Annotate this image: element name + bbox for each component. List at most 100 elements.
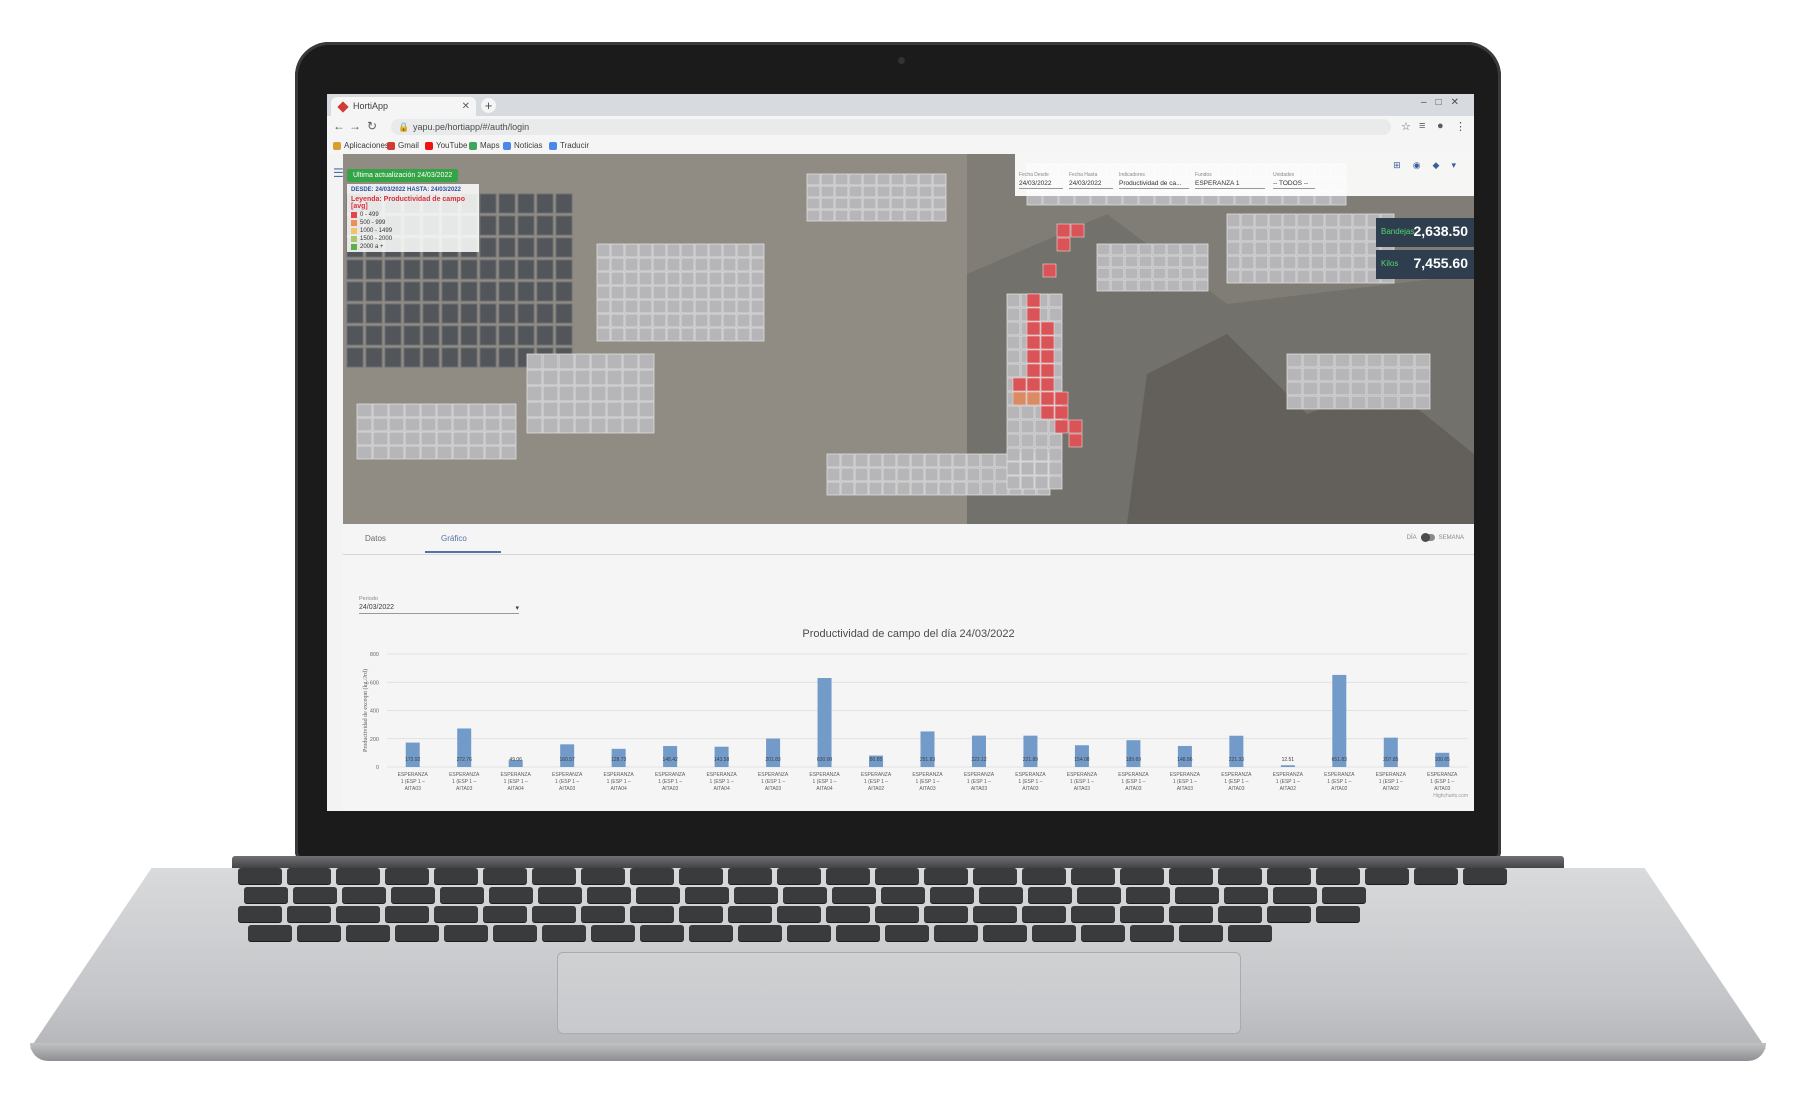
chart-bar[interactable] (1280, 765, 1295, 767)
legend-swatch (351, 212, 357, 218)
legend-item: 1500 - 2000 (351, 236, 475, 242)
keyboard-key (1414, 868, 1458, 884)
x-tick-label: ESPERANZA (912, 772, 943, 778)
x-tick-label: 1 (ESP 1 – (1430, 779, 1454, 785)
x-tick-label: ESPERANZA (1273, 772, 1304, 778)
chart-bar[interactable] (560, 744, 575, 767)
bookmark-label: Noticias (514, 141, 543, 150)
chart-bar[interactable] (405, 742, 420, 767)
keyboard-key (885, 925, 929, 941)
tab-grafico[interactable]: Gráfico (441, 534, 467, 543)
filter-tool-icons[interactable]: ⊞◉◆▾ (1393, 160, 1468, 171)
kpi-value: 7,455.60 (1413, 255, 1469, 271)
toggle-label-day: DÍA (1406, 534, 1417, 541)
filter-value[interactable]: -- TODOS -- (1273, 180, 1315, 189)
kpi-value: 2,638.50 (1413, 223, 1469, 239)
keyboard-key (489, 887, 533, 903)
legend-item: 2000 a + (351, 244, 475, 250)
keyboard-key (1130, 925, 1174, 941)
keyboard-key (587, 887, 631, 903)
filter-field[interactable]: Indicadores Productividad de ca... (1119, 172, 1189, 189)
forward-icon[interactable]: → (349, 119, 361, 133)
keyboard-key (542, 925, 586, 941)
new-tab-button[interactable]: + (481, 98, 496, 113)
data-label: 221.89 (1023, 757, 1039, 763)
x-tick-label: AITA02 (1331, 786, 1348, 792)
keyboard-key (336, 868, 380, 884)
period-value[interactable]: 24/03/2022 ▾ (359, 604, 519, 614)
url-field[interactable]: 🔒 yapu.pe/hortiapp/#/auth/login (391, 119, 1391, 135)
keyboard-key (1169, 906, 1213, 922)
keyboard-key (679, 868, 723, 884)
keyboard-key (1175, 887, 1219, 903)
filter-value[interactable]: 24/03/2022 (1019, 180, 1063, 189)
keyboard-key (1218, 868, 1262, 884)
filter-value[interactable]: 24/03/2022 (1069, 180, 1113, 189)
window-controls[interactable]: –□✕ (1421, 97, 1468, 108)
chart-bar[interactable] (817, 678, 832, 767)
bookmark-item[interactable]: Noticias (503, 141, 542, 150)
keyboard-key (777, 868, 821, 884)
keyboard-key (244, 887, 288, 903)
period-select[interactable]: Periodo 24/03/2022 ▾ (359, 596, 519, 614)
gmail-icon (387, 141, 395, 150)
keyboard-key (1071, 868, 1115, 884)
filter-field[interactable]: Fundos ESPERANZA 1 (1195, 172, 1265, 189)
more-menu-icon[interactable]: ⋮ (1455, 120, 1466, 133)
x-tick-label: 1 (ESP 1 – (1173, 779, 1197, 785)
webcam (898, 57, 905, 64)
x-tick-label: AITA04 (610, 786, 627, 792)
close-tab-icon[interactable]: ✕ (462, 97, 470, 116)
keyboard-key (297, 925, 341, 941)
reload-icon[interactable]: ↻ (367, 119, 377, 133)
x-tick-label: 1 (ESP 1 – (1070, 779, 1094, 785)
keyboard-key (1179, 925, 1223, 941)
hamburger-menu-icon[interactable]: ☰ (333, 166, 344, 180)
tab-datos[interactable]: Datos (365, 534, 386, 543)
keyboard-row (244, 887, 1366, 903)
map-canvas[interactable] (327, 154, 1474, 524)
x-tick-label: AITA04 (713, 786, 730, 792)
reading-list-icon[interactable]: ≡ (1419, 120, 1425, 132)
filter-value[interactable]: Productividad de ca... (1119, 180, 1189, 189)
x-tick-label: ESPERANZA (758, 772, 789, 778)
data-label: 207.85 (1383, 757, 1399, 763)
filter-field[interactable]: Unidades -- TODOS -- (1273, 172, 1315, 189)
data-label: 12.51 (1282, 757, 1295, 763)
star-icon[interactable]: ☆ (1401, 120, 1411, 133)
day-week-toggle[interactable]: DÍA SEMANA (1406, 533, 1464, 542)
keyboard-key (973, 906, 1017, 922)
data-label: 651.83 (1332, 757, 1348, 763)
chart-bar[interactable] (1332, 674, 1347, 767)
filter-field[interactable]: Fecha Hasta 24/03/2022 (1069, 172, 1113, 189)
bookmark-item[interactable]: Gmail (387, 141, 419, 150)
toggle-switch[interactable] (1420, 533, 1435, 542)
keyboard-key (924, 868, 968, 884)
keyboard-key (1316, 906, 1360, 922)
keyboard-key (395, 925, 439, 941)
keyboard-key (483, 868, 527, 884)
keyboard-key (385, 906, 429, 922)
keyboard-key (875, 868, 919, 884)
x-tick-label: 1 (ESP 1 – (813, 779, 837, 785)
keyboard-key (728, 906, 772, 922)
keyboard-key (930, 887, 974, 903)
bookmark-item[interactable]: Maps (469, 141, 500, 150)
x-tick-label: AITA03 (1434, 786, 1451, 792)
filter-field[interactable]: Fecha Desde 24/03/2022 (1019, 172, 1063, 189)
profile-icon[interactable]: ● (1437, 120, 1444, 132)
bookmark-item[interactable]: Aplicaciones (333, 141, 389, 150)
data-label: 80.85 (870, 757, 883, 763)
bookmark-item[interactable]: YouTube (425, 141, 467, 150)
keyboard-key (679, 906, 723, 922)
browser-tab-title: HortiApp (353, 101, 389, 111)
filter-value[interactable]: ESPERANZA 1 (1195, 180, 1265, 189)
x-tick-label: 1 (ESP 1 – (401, 779, 425, 785)
back-icon[interactable]: ← (333, 119, 345, 133)
keyboard-key (532, 906, 576, 922)
maps-icon (469, 141, 477, 150)
bookmark-item[interactable]: Traducir (549, 141, 589, 150)
browser-tab[interactable]: HortiApp ✕ (331, 97, 476, 116)
satellite-map[interactable] (327, 154, 1474, 524)
x-tick-label: ESPERANZA (706, 772, 737, 778)
